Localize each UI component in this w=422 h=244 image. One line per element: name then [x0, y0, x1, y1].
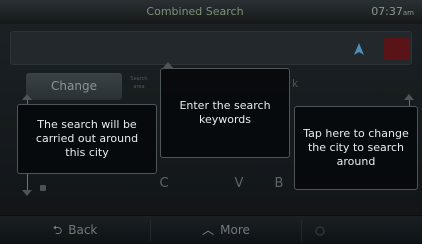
back-label: Back: [68, 223, 98, 237]
navigation-arrow-icon: [352, 42, 366, 56]
back-button[interactable]: ⮌ Back: [0, 216, 150, 244]
tooltip-pointer: [22, 94, 32, 100]
navigation-arrow-svg: [354, 43, 364, 55]
clock: 07:37am: [371, 5, 414, 18]
keyboard-shift-icon: [40, 185, 46, 191]
tooltip-keywords: Enter the search keywords: [160, 68, 290, 158]
title-bar: Combined Search 07:37am: [0, 0, 422, 24]
bottom-bar: ⮌ Back ︿ More: [0, 215, 422, 244]
tooltip-city-search-text: The search will be carried out around th…: [35, 118, 139, 159]
bottom-divider: [301, 220, 302, 241]
bottom-right-area: [306, 222, 416, 240]
page-title: Combined Search: [146, 5, 244, 18]
tooltip-pointer: [22, 190, 32, 196]
combined-search-screen: Combined Search 07:37am k Change Search …: [0, 0, 422, 244]
back-arrow-icon: ⮌: [52, 223, 63, 237]
clock-suffix: am: [402, 9, 414, 17]
search-area-label: Search area: [130, 76, 148, 90]
tooltip-change-city-text: Tap here to change the city to search ar…: [303, 127, 409, 168]
power-icon: [315, 226, 325, 236]
tooltip-pointer: [404, 94, 414, 100]
keyboard-key-b[interactable]: B: [273, 176, 285, 194]
tooltip-change-city: Tap here to change the city to search ar…: [294, 106, 418, 190]
keyboard-key-v[interactable]: V: [233, 176, 245, 194]
search-hint-text: k: [292, 77, 299, 90]
clock-time: 07:37: [371, 5, 403, 18]
more-label: More: [220, 223, 250, 237]
tooltip-keywords-text: Enter the search keywords: [179, 99, 271, 126]
change-city-button[interactable]: Change: [26, 73, 122, 100]
tooltip-city-search: The search will be carried out around th…: [17, 104, 157, 174]
chevron-up-icon: ︿: [202, 223, 215, 237]
keyboard-key-c[interactable]: C: [158, 176, 170, 194]
location-indicator[interactable]: [384, 38, 410, 60]
more-button[interactable]: ︿ More: [151, 216, 301, 244]
